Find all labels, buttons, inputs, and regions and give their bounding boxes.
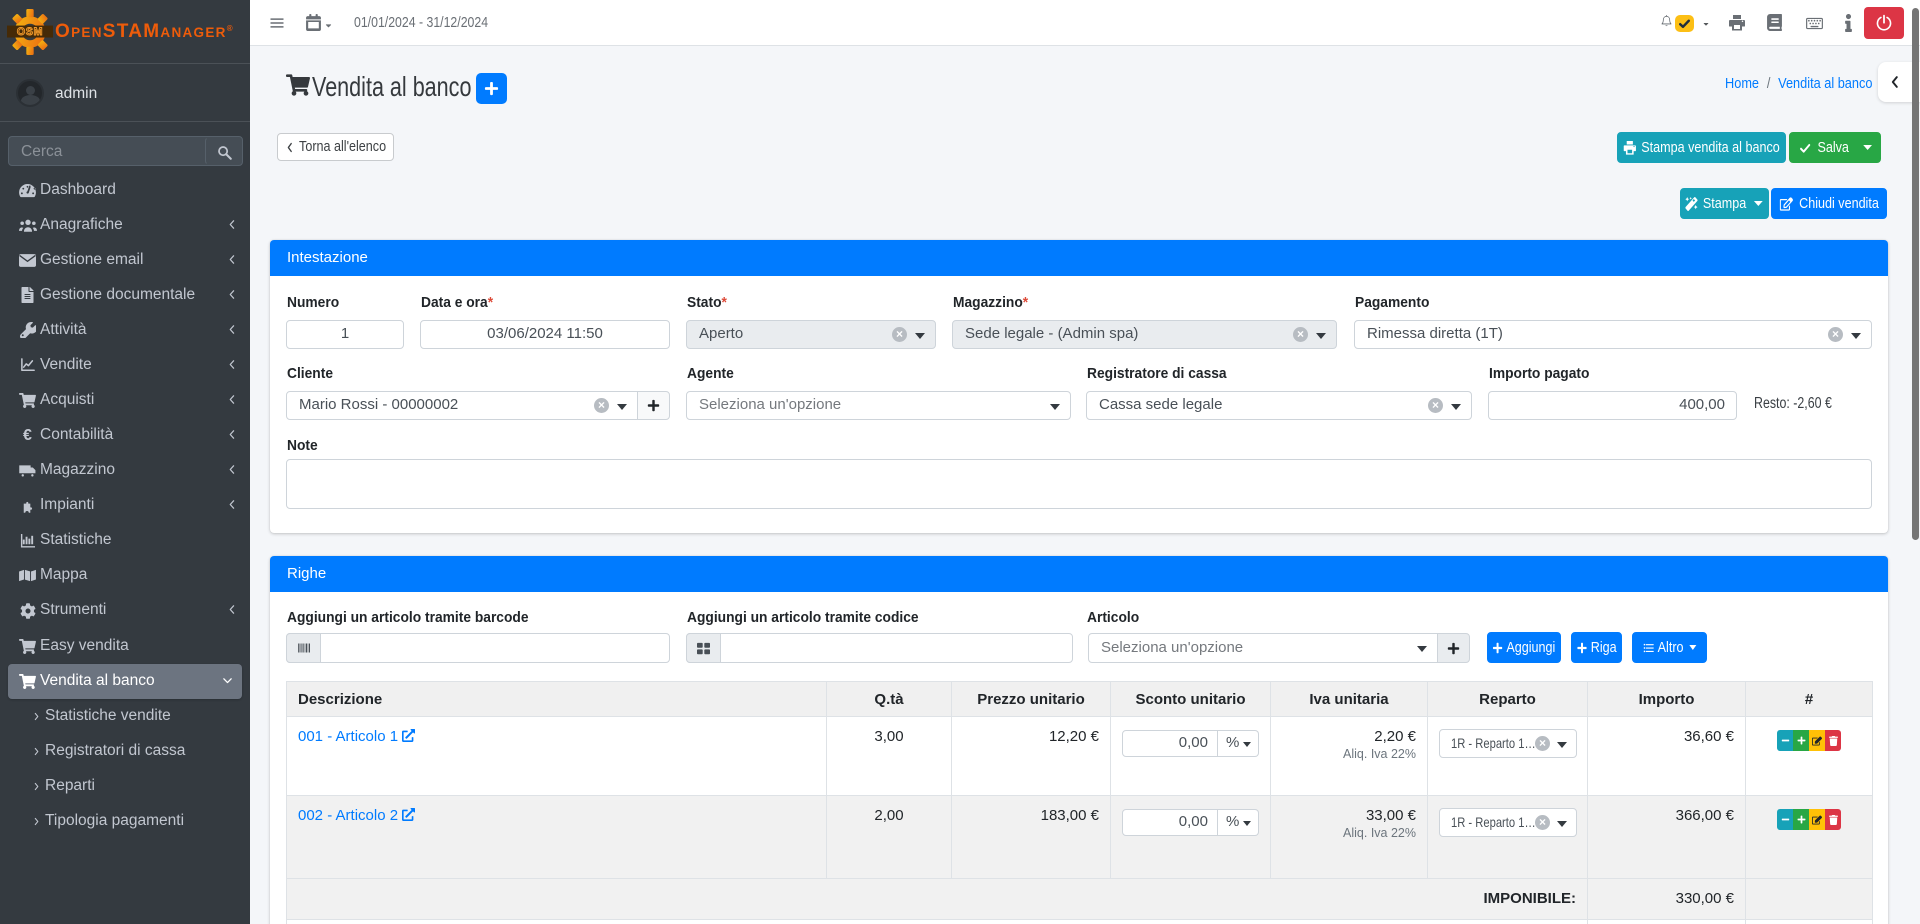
svg-text:OSM: OSM	[17, 26, 43, 38]
